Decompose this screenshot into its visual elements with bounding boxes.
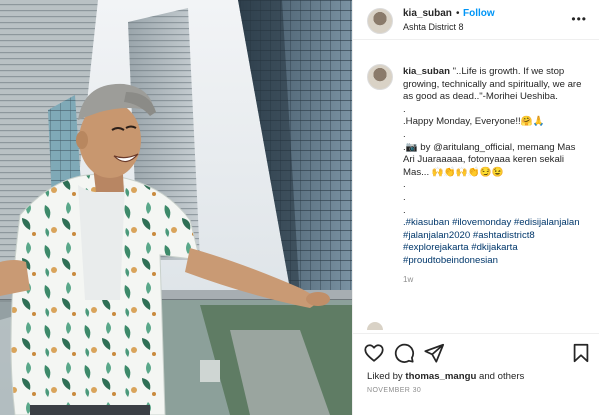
caption-line-3: . [403, 128, 406, 140]
more-options-icon[interactable]: ••• [571, 12, 587, 26]
follow-button[interactable]: Follow [463, 8, 495, 19]
caption-time-ago: 1w [403, 274, 414, 284]
post-date: NOVEMBER 30 [367, 387, 422, 394]
caption-line-4: .📷 by @aritulang_official, memang Mas Ar… [403, 141, 576, 178]
caption-line-0: kia_suban "..Life is growth. If we stop … [403, 66, 588, 104]
comment-avatar[interactable] [367, 322, 383, 330]
post-side-panel: kia_suban • Follow Ashta District 8 ••• … [352, 0, 599, 415]
author-username[interactable]: kia_suban [403, 8, 452, 19]
comment-icon[interactable] [393, 342, 415, 364]
caption-line-7: . [403, 204, 406, 216]
comments-section[interactable]: kia_suban "..Life is growth. If we stop … [353, 56, 599, 326]
caption-line-5: . [403, 179, 406, 191]
likes-suffix[interactable]: and others [476, 371, 524, 382]
caption-username[interactable]: kia_suban [403, 66, 450, 77]
caption: kia_suban "..Life is growth. If we stop … [403, 66, 588, 286]
likes-prefix: Liked by [367, 371, 406, 382]
post-photo-illustration [0, 0, 352, 415]
location-link[interactable]: Ashta District 8 [403, 22, 464, 32]
send-icon[interactable] [423, 342, 445, 364]
likes-user[interactable]: thomas_mangu [405, 371, 476, 382]
next-comment-peek [367, 322, 587, 330]
caption-hashtags[interactable]: .#kiasuban #ilovemonday #edisijalanjalan… [403, 217, 588, 267]
bookmark-icon[interactable] [570, 342, 592, 364]
caption-avatar[interactable] [367, 64, 393, 90]
post-actions: Liked by thomas_mangu and others NOVEMBE… [353, 333, 599, 415]
caption-line-1: . [403, 103, 406, 115]
caption-line-2: .Happy Monday, Everyone!!🤗🙏 [403, 116, 545, 128]
post-photo[interactable] [0, 0, 352, 415]
likes-summary[interactable]: Liked by thomas_mangu and others [367, 371, 524, 382]
post-header: kia_suban • Follow Ashta District 8 ••• [353, 0, 599, 40]
caption-line-6: . [403, 191, 406, 203]
avatar[interactable] [367, 8, 393, 34]
heart-icon[interactable] [363, 342, 385, 364]
separator-dot: • [456, 8, 460, 19]
